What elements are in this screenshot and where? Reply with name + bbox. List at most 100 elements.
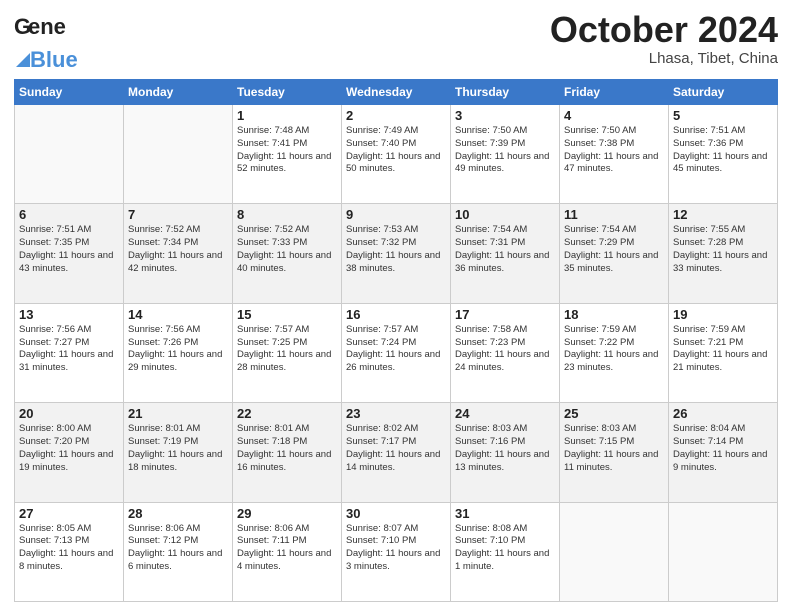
day-info: Sunrise: 8:02 AMSunset: 7:17 PMDaylight:…	[346, 423, 446, 474]
day-cell: 18 Sunrise: 7:59 AMSunset: 7:22 PMDayligh…	[560, 303, 669, 402]
day-cell: 21 Sunrise: 8:01 AMSunset: 7:19 PMDayligh…	[124, 403, 233, 502]
logo-arrow-icon	[14, 53, 30, 67]
day-number: 11	[564, 207, 664, 222]
day-info: Sunrise: 7:54 AMSunset: 7:31 PMDaylight:…	[455, 224, 555, 275]
day-number: 30	[346, 506, 446, 521]
weekday-header-sunday: Sunday	[15, 80, 124, 105]
day-info: Sunrise: 8:03 AMSunset: 7:15 PMDaylight:…	[564, 423, 664, 474]
day-number: 20	[19, 406, 119, 421]
day-number: 10	[455, 207, 555, 222]
day-cell: 4Sunrise: 7:50 AMSunset: 7:38 PMDaylight…	[560, 105, 669, 204]
day-number: 23	[346, 406, 446, 421]
day-cell: 13Sunrise: 7:56 AMSunset: 7:27 PMDayligh…	[15, 303, 124, 402]
week-row-1: 1 Sunrise: 7:48 AMSunset: 7:41 PMDaylight…	[15, 105, 778, 204]
day-info: Sunrise: 7:48 AMSunset: 7:41 PMDaylight:…	[237, 125, 337, 176]
day-cell	[669, 502, 778, 601]
weekday-header-monday: Monday	[124, 80, 233, 105]
day-info: Sunrise: 7:54 AMSunset: 7:29 PMDaylight:…	[564, 224, 664, 275]
day-info: Sunrise: 7:58 AMSunset: 7:23 PMDaylight:…	[455, 324, 555, 375]
day-info: Sunrise: 7:59 AMSunset: 7:21 PMDaylight:…	[673, 324, 773, 375]
header: G eneral Blue October 2024 Lhasa, Tibet,…	[14, 10, 778, 73]
logo: G eneral Blue	[14, 10, 78, 73]
day-info: Sunrise: 8:05 AMSunset: 7:13 PMDaylight:…	[19, 523, 119, 574]
day-info: Sunrise: 7:57 AMSunset: 7:25 PMDaylight:…	[237, 324, 337, 375]
day-number: 24	[455, 406, 555, 421]
day-info: Sunrise: 7:51 AMSunset: 7:35 PMDaylight:…	[19, 224, 119, 275]
day-cell: 2 Sunrise: 7:49 AMSunset: 7:40 PMDaylight…	[342, 105, 451, 204]
day-number: 13	[19, 307, 119, 322]
day-info: Sunrise: 7:57 AMSunset: 7:24 PMDaylight:…	[346, 324, 446, 375]
day-number: 26	[673, 406, 773, 421]
calendar-table: SundayMondayTuesdayWednesdayThursdayFrid…	[14, 79, 778, 602]
day-info: Sunrise: 8:06 AMSunset: 7:12 PMDaylight:…	[128, 523, 228, 574]
day-cell: 20 Sunrise: 8:00 AMSunset: 7:20 PMDayligh…	[15, 403, 124, 502]
day-number: 27	[19, 506, 119, 521]
day-number: 17	[455, 307, 555, 322]
day-info: Sunrise: 8:01 AMSunset: 7:19 PMDaylight:…	[128, 423, 228, 474]
day-number: 2	[346, 108, 446, 123]
title-block: October 2024 Lhasa, Tibet, China	[550, 10, 778, 67]
week-row-5: 27 Sunrise: 8:05 AMSunset: 7:13 PMDayligh…	[15, 502, 778, 601]
day-number: 15	[237, 307, 337, 322]
day-number: 21	[128, 406, 228, 421]
day-number: 25	[564, 406, 664, 421]
location: Lhasa, Tibet, China	[550, 50, 778, 67]
day-info: Sunrise: 7:55 AMSunset: 7:28 PMDaylight:…	[673, 224, 773, 275]
day-info: Sunrise: 8:01 AMSunset: 7:18 PMDaylight:…	[237, 423, 337, 474]
day-cell: 15 Sunrise: 7:57 AMSunset: 7:25 PMDayligh…	[233, 303, 342, 402]
day-cell: 23 Sunrise: 8:02 AMSunset: 7:17 PMDayligh…	[342, 403, 451, 502]
day-cell: 7 Sunrise: 7:52 AMSunset: 7:34 PMDaylight…	[124, 204, 233, 303]
day-cell	[124, 105, 233, 204]
day-info: Sunrise: 7:52 AMSunset: 7:33 PMDaylight:…	[237, 224, 337, 275]
weekday-header-friday: Friday	[560, 80, 669, 105]
day-number: 7	[128, 207, 228, 222]
day-cell: 14Sunrise: 7:56 AMSunset: 7:26 PMDayligh…	[124, 303, 233, 402]
week-row-4: 20 Sunrise: 8:00 AMSunset: 7:20 PMDayligh…	[15, 403, 778, 502]
day-info: Sunrise: 8:00 AMSunset: 7:20 PMDaylight:…	[19, 423, 119, 474]
week-row-2: 6Sunrise: 7:51 AMSunset: 7:35 PMDaylight…	[15, 204, 778, 303]
day-number: 29	[237, 506, 337, 521]
day-info: Sunrise: 8:07 AMSunset: 7:10 PMDaylight:…	[346, 523, 446, 574]
day-info: Sunrise: 7:56 AMSunset: 7:26 PMDaylight:…	[128, 324, 228, 375]
day-info: Sunrise: 8:06 AMSunset: 7:11 PMDaylight:…	[237, 523, 337, 574]
day-cell: 12 Sunrise: 7:55 AMSunset: 7:28 PMDayligh…	[669, 204, 778, 303]
day-cell: 1 Sunrise: 7:48 AMSunset: 7:41 PMDaylight…	[233, 105, 342, 204]
day-info: Sunrise: 8:04 AMSunset: 7:14 PMDaylight:…	[673, 423, 773, 474]
day-number: 16	[346, 307, 446, 322]
day-info: Sunrise: 7:52 AMSunset: 7:34 PMDaylight:…	[128, 224, 228, 275]
day-cell: 5Sunrise: 7:51 AMSunset: 7:36 PMDaylight…	[669, 105, 778, 204]
day-cell: 16 Sunrise: 7:57 AMSunset: 7:24 PMDayligh…	[342, 303, 451, 402]
day-cell: 9Sunrise: 7:53 AMSunset: 7:32 PMDaylight…	[342, 204, 451, 303]
day-cell: 24Sunrise: 8:03 AMSunset: 7:16 PMDayligh…	[451, 403, 560, 502]
day-number: 12	[673, 207, 773, 222]
day-cell	[560, 502, 669, 601]
day-number: 1	[237, 108, 337, 123]
day-cell: 22 Sunrise: 8:01 AMSunset: 7:18 PMDayligh…	[233, 403, 342, 502]
day-cell: 17 Sunrise: 7:58 AMSunset: 7:23 PMDayligh…	[451, 303, 560, 402]
day-info: Sunrise: 7:49 AMSunset: 7:40 PMDaylight:…	[346, 125, 446, 176]
day-number: 3	[455, 108, 555, 123]
day-info: Sunrise: 7:59 AMSunset: 7:22 PMDaylight:…	[564, 324, 664, 375]
week-row-3: 13Sunrise: 7:56 AMSunset: 7:27 PMDayligh…	[15, 303, 778, 402]
calendar-page: G eneral Blue October 2024 Lhasa, Tibet,…	[0, 0, 792, 612]
day-number: 18	[564, 307, 664, 322]
weekday-header-tuesday: Tuesday	[233, 80, 342, 105]
day-info: Sunrise: 7:53 AMSunset: 7:32 PMDaylight:…	[346, 224, 446, 275]
day-cell: 3 Sunrise: 7:50 AMSunset: 7:39 PMDaylight…	[451, 105, 560, 204]
day-cell: 25 Sunrise: 8:03 AMSunset: 7:15 PMDayligh…	[560, 403, 669, 502]
day-cell: 29 Sunrise: 8:06 AMSunset: 7:11 PMDayligh…	[233, 502, 342, 601]
day-cell: 30 Sunrise: 8:07 AMSunset: 7:10 PMDayligh…	[342, 502, 451, 601]
weekday-header-thursday: Thursday	[451, 80, 560, 105]
day-cell	[15, 105, 124, 204]
day-number: 19	[673, 307, 773, 322]
day-cell: 27 Sunrise: 8:05 AMSunset: 7:13 PMDayligh…	[15, 502, 124, 601]
day-number: 22	[237, 406, 337, 421]
day-info: Sunrise: 7:50 AMSunset: 7:39 PMDaylight:…	[455, 125, 555, 176]
logo-icon: G eneral	[14, 10, 66, 50]
day-cell: 31Sunrise: 8:08 AMSunset: 7:10 PMDayligh…	[451, 502, 560, 601]
day-cell: 28Sunrise: 8:06 AMSunset: 7:12 PMDayligh…	[124, 502, 233, 601]
weekday-header-wednesday: Wednesday	[342, 80, 451, 105]
day-number: 5	[673, 108, 773, 123]
day-number: 31	[455, 506, 555, 521]
weekday-header-saturday: Saturday	[669, 80, 778, 105]
